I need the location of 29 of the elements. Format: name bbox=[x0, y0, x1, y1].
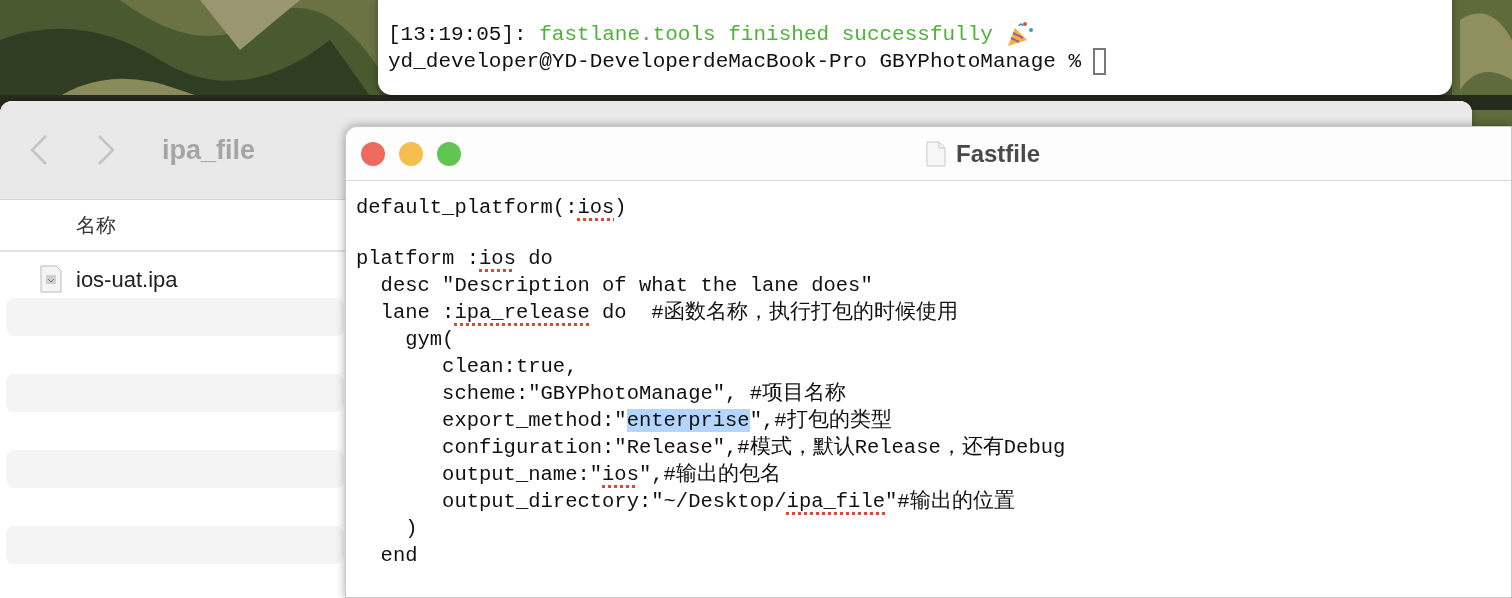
forward-icon[interactable] bbox=[95, 134, 117, 166]
code-line: platform :ios do bbox=[356, 246, 553, 272]
log-timestamp: [13:19:05]: bbox=[388, 21, 527, 48]
code-line: end bbox=[379, 543, 418, 569]
code-line: lane :ipa_release do #函数名称，执行打包的时候使用 bbox=[379, 299, 958, 326]
window-title: ipa_file bbox=[162, 133, 256, 167]
code-line: default_platform(:ios) bbox=[356, 195, 627, 221]
code-line: ) bbox=[404, 516, 418, 542]
file-icon bbox=[38, 264, 64, 294]
window-title: Fastfile bbox=[956, 139, 1041, 169]
text-cursor bbox=[1093, 48, 1107, 75]
back-icon[interactable] bbox=[28, 134, 50, 166]
code-line: output_directory:"~/Desktop/ipa_file"#输出的位置 bbox=[441, 488, 1015, 515]
code-line: clean:true, bbox=[441, 354, 578, 380]
code-line: scheme:"GBYPhotoManage", #项目名称 bbox=[441, 381, 846, 407]
file-name: ios-uat.ipa bbox=[76, 265, 178, 294]
shell-prompt: yd_developer@YD-DeveloperdeMacBook-Pro GBYPhotoManage % bbox=[388, 49, 1082, 75]
zoom-icon[interactable] bbox=[437, 141, 461, 166]
minimize-icon[interactable] bbox=[399, 141, 423, 166]
code-line: export_method:"enterprise",#打包的类型 bbox=[441, 407, 892, 434]
code-line: output_name:"ios",#输出的包名 bbox=[441, 461, 781, 488]
close-icon[interactable] bbox=[361, 141, 385, 166]
code-line: configuration:"Release",#模式，默认Release，还有Debug bbox=[441, 434, 1066, 461]
column-header[interactable]: 名称 bbox=[76, 210, 116, 240]
document-icon bbox=[926, 141, 946, 167]
code-line: gym( bbox=[404, 327, 455, 353]
log-message: fastlane.tools finished successfully bbox=[539, 21, 993, 48]
file-row[interactable]: ios-uat.ipa bbox=[6, 260, 344, 298]
code-line: desc "Description of what the lane does" bbox=[379, 273, 873, 299]
